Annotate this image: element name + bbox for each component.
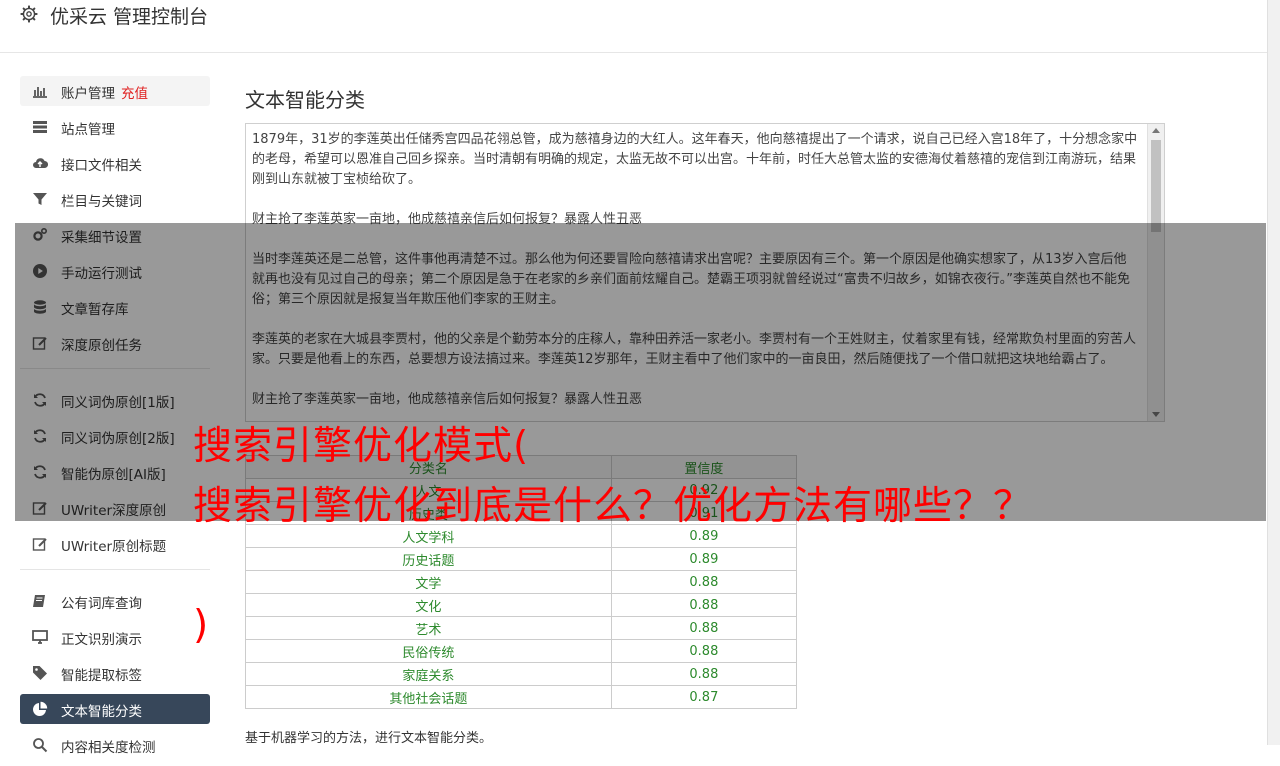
- overlay-headline-line3: ): [193, 603, 210, 648]
- sidebar-item-account[interactable]: 账户管理 充值: [20, 76, 210, 106]
- desktop-icon: [32, 630, 48, 644]
- sidebar-item-body-recognition[interactable]: 正文识别演示: [20, 622, 210, 652]
- sidebar-item-interface-files[interactable]: 接口文件相关: [20, 148, 210, 178]
- confidence-cell: 0.88: [610, 662, 798, 686]
- category-cell: 其他社会话题: [245, 685, 612, 709]
- overlay-headline-line2: 搜索引擎优化到底是什么？优化方法有哪些？？: [193, 484, 1034, 529]
- sidebar-item-label: 文本智能分类: [61, 704, 142, 720]
- confidence-cell: 0.87: [610, 685, 798, 709]
- sidebar-item-columns-keywords[interactable]: 栏目与关键词: [20, 184, 210, 214]
- category-cell: 艺术: [245, 616, 612, 640]
- tag-icon: [33, 666, 47, 680]
- sidebar-item-label: 公有词库查询: [61, 596, 142, 612]
- confidence-cell: 0.88: [610, 639, 798, 663]
- confidence-cell: 0.88: [610, 593, 798, 617]
- sidebar-item-sites[interactable]: 站点管理: [20, 112, 210, 142]
- table-row: 文化 0.88: [245, 593, 798, 617]
- top-bar: 优采云 管理控制台: [0, 0, 1268, 53]
- sidebar-item-smart-tags[interactable]: 智能提取标签: [20, 658, 210, 688]
- sidebar-item-relevance-check[interactable]: 内容相关度检测: [20, 730, 210, 760]
- table-row: 家庭关系 0.88: [245, 662, 798, 686]
- category-cell: 历史话题: [245, 547, 612, 571]
- server-icon: [33, 121, 47, 133]
- category-cell: 文化: [245, 593, 612, 617]
- search-icon: [33, 738, 48, 753]
- confidence-cell: 0.89: [610, 547, 798, 571]
- sidebar-item-public-lexicon[interactable]: 公有词库查询: [20, 586, 210, 616]
- overlay-band: [15, 223, 1266, 521]
- scroll-thumb[interactable]: [1151, 140, 1161, 232]
- bar-chart-icon: [33, 87, 47, 98]
- confidence-cell: 0.88: [610, 616, 798, 640]
- sidebar-item-label: UWriter原创标题: [61, 539, 167, 555]
- sidebar-item-label: 内容相关度检测: [61, 740, 156, 756]
- sidebar-item-text-classification[interactable]: 文本智能分类: [20, 694, 210, 724]
- page-title: 文本智能分类: [245, 88, 365, 112]
- sidebar-item-uwriter-title[interactable]: UWriter原创标题: [20, 529, 210, 559]
- sidebar-item-label: 接口文件相关: [61, 158, 142, 174]
- table-row: 艺术 0.88: [245, 616, 798, 640]
- category-cell: 家庭关系: [245, 662, 612, 686]
- text-paragraph: 1879年，31岁的李莲英出任储秀宫四品花翎总管，成为慈禧身边的大红人。这年春天…: [252, 132, 1138, 187]
- book-icon: [33, 595, 45, 607]
- confidence-cell: 0.88: [610, 570, 798, 594]
- pie-chart-icon: [33, 701, 48, 716]
- sidebar-item-label: 栏目与关键词: [61, 194, 142, 210]
- sidebar-item-label: 正文识别演示: [61, 632, 142, 648]
- sidebar-item-label: 账户管理: [61, 86, 115, 102]
- edit-icon: [32, 538, 47, 551]
- table-row: 历史话题 0.89: [245, 547, 798, 571]
- table-row: 民俗传统 0.88: [245, 639, 798, 663]
- category-cell: 民俗传统: [245, 639, 612, 663]
- overlay-headline-line1: 搜索引擎优化模式(: [193, 424, 530, 469]
- filter-icon: [33, 193, 47, 205]
- cloud-upload-icon: [33, 158, 48, 169]
- recharge-link[interactable]: 充值: [121, 86, 148, 102]
- sidebar-divider: [20, 569, 210, 570]
- app-title: 优采云 管理控制台: [50, 6, 209, 28]
- description-text: 基于机器学习的方法，进行文本智能分类。: [245, 731, 493, 746]
- sidebar-item-label: 站点管理: [61, 122, 115, 138]
- page-scrollbar[interactable]: [1267, 0, 1280, 745]
- category-cell: 文学: [245, 570, 612, 594]
- table-row: 文学 0.88: [245, 570, 798, 594]
- scroll-up-arrow-icon[interactable]: [1152, 128, 1160, 133]
- gear-icon[interactable]: [20, 5, 38, 23]
- sidebar-item-label: 智能提取标签: [61, 668, 142, 684]
- table-row: 其他社会话题 0.87: [245, 685, 798, 709]
